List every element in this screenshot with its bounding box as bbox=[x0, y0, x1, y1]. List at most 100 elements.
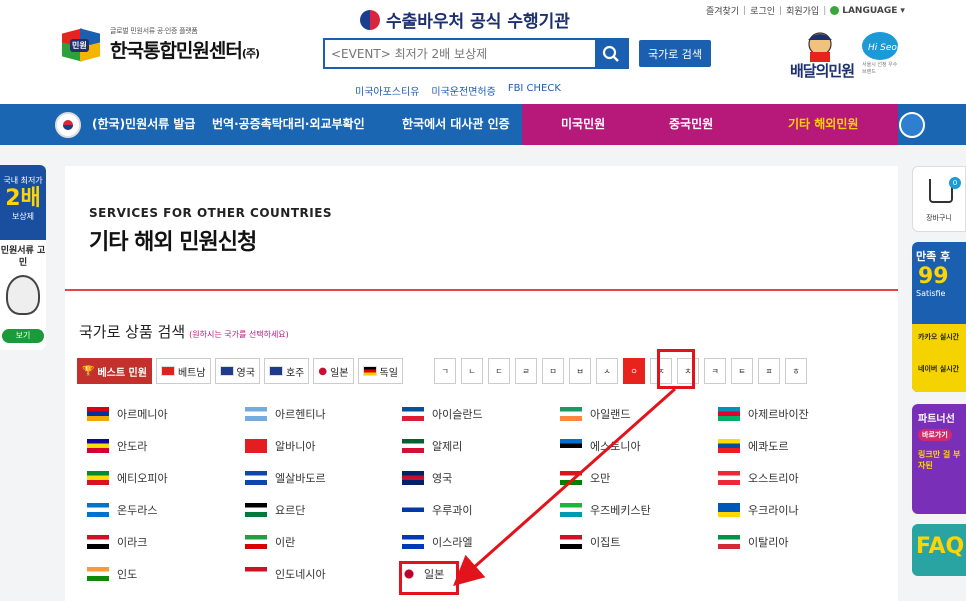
country-flag-icon bbox=[560, 535, 582, 549]
consonant-g[interactable]: ㄱ bbox=[434, 358, 456, 384]
filter-vietnam[interactable]: 베트남 bbox=[155, 358, 211, 384]
country-name: 영국 bbox=[432, 472, 453, 485]
filter-japan[interactable]: ● 일본 bbox=[313, 358, 354, 384]
consonant-d[interactable]: ㄷ bbox=[488, 358, 510, 384]
country-flag-icon bbox=[245, 503, 267, 517]
country-search-title: 국가로 상품 검색 (원하시는 국가를 선택하세요) bbox=[79, 323, 289, 341]
nav-other-overseas[interactable]: 기타 해외민원 bbox=[788, 104, 858, 145]
nav-translation[interactable]: 번역·공증촉탁대리·외교부확인 bbox=[212, 104, 365, 145]
country-item[interactable]: 에티오피아 bbox=[87, 470, 168, 486]
filter-australia[interactable]: 호주 bbox=[263, 358, 310, 384]
country-name: 안도라 bbox=[117, 440, 148, 453]
search-button[interactable] bbox=[595, 40, 627, 67]
uk-flag-icon bbox=[219, 366, 234, 376]
country-flag-icon bbox=[87, 439, 109, 453]
search-icon bbox=[602, 45, 619, 62]
country-item[interactable]: 에스토니아 bbox=[560, 438, 641, 454]
quick-link-fbi[interactable]: FBI CHECK bbox=[508, 83, 561, 98]
country-item[interactable]: 아르헨티나 bbox=[245, 406, 326, 422]
language-selector[interactable]: LANGUAGE ▾ bbox=[830, 6, 905, 16]
consonant-r[interactable]: ㄹ bbox=[515, 358, 537, 384]
consonant-h[interactable]: ㅎ bbox=[785, 358, 807, 384]
country-item[interactable]: 이집트 bbox=[560, 534, 620, 550]
country-item[interactable]: 우즈베키스탄 bbox=[560, 502, 651, 518]
site-logo[interactable]: 민원 글로벌 민원서류 공·인증 플랫폼 한국통합민원센터(주) bbox=[62, 26, 260, 63]
consonant-s[interactable]: ㅅ bbox=[596, 358, 618, 384]
consonant-n[interactable]: ㄴ bbox=[461, 358, 483, 384]
view-button[interactable]: 보기 bbox=[2, 329, 44, 343]
cart-count-badge: 0 bbox=[949, 177, 961, 189]
partner-banner[interactable]: 파트너선 바로가기 링크만 걸 부자된 bbox=[912, 404, 966, 514]
country-item[interactable]: 인도네시아 bbox=[245, 566, 326, 582]
consonant-ieung[interactable]: ㅇ bbox=[623, 358, 645, 384]
country-item[interactable]: 안도라 bbox=[87, 438, 147, 454]
main-nav: (한국)민원서류 발급 번역·공증촉탁대리·외교부확인 한국에서 대사관 인증 … bbox=[0, 104, 966, 145]
country-flag-icon bbox=[402, 535, 424, 549]
nav-embassy[interactable]: 한국에서 대사관 인증 bbox=[402, 104, 510, 145]
country-item[interactable]: 온두라스 bbox=[87, 502, 157, 518]
nav-korea-docs[interactable]: (한국)민원서류 발급 bbox=[92, 104, 195, 145]
page-title: 기타 해외 민원신청 bbox=[89, 230, 257, 255]
quick-filters: 🏆 베스트 민원 베트남 영국 호주 ● 일본 독일 bbox=[77, 358, 403, 384]
cart-button[interactable]: 0 장바구니 bbox=[912, 166, 966, 232]
quick-link-apostille[interactable]: 미국아포스티유 bbox=[355, 83, 419, 98]
country-item[interactable]: 오스트리아 bbox=[718, 470, 799, 486]
consonant-p[interactable]: ㅍ bbox=[758, 358, 780, 384]
nav-china[interactable]: 중국민원 bbox=[669, 104, 713, 145]
country-item[interactable]: 아르메니아 bbox=[87, 406, 168, 422]
country-name: 우루과이 bbox=[432, 504, 473, 517]
country-item[interactable]: 아제르바이잔 bbox=[718, 406, 809, 422]
login-link[interactable]: 로그인 bbox=[750, 4, 775, 17]
consonant-t[interactable]: ㅌ bbox=[731, 358, 753, 384]
country-name: 요르단 bbox=[275, 504, 306, 517]
country-flag-icon bbox=[718, 503, 740, 517]
country-name: 온두라스 bbox=[117, 504, 158, 517]
country-flag-icon bbox=[87, 567, 109, 581]
left-promo-banner[interactable]: 국내 최저가 2배 보상제 민원서류 고민 보기 bbox=[0, 165, 46, 350]
filter-uk[interactable]: 영국 bbox=[214, 358, 260, 384]
nav-usa[interactable]: 미국민원 bbox=[561, 104, 605, 145]
country-item[interactable]: 엘살바도르 bbox=[245, 470, 326, 486]
language-label: LANGUAGE bbox=[842, 5, 898, 16]
country-flag-icon bbox=[718, 407, 740, 421]
signup-link[interactable]: 회원가입 bbox=[786, 4, 819, 17]
taegeuk-icon bbox=[360, 9, 380, 30]
delivery-logo-text: 배달의민원 bbox=[790, 62, 855, 80]
faq-button[interactable]: FAQ bbox=[912, 524, 966, 576]
country-item[interactable]: 인도 bbox=[87, 566, 137, 582]
bookmark-link[interactable]: 즐겨찾기 bbox=[706, 4, 739, 17]
country-item[interactable]: 이탈리아 bbox=[718, 534, 788, 550]
country-item[interactable]: 우크라이나 bbox=[718, 502, 799, 518]
services-eng-title: SERVICES FOR OTHER COUNTRIES bbox=[89, 206, 333, 220]
country-item[interactable]: 영국 bbox=[402, 470, 452, 486]
country-item[interactable]: 오만 bbox=[560, 470, 610, 486]
country-item[interactable]: 요르단 bbox=[245, 502, 305, 518]
delivery-logo[interactable]: Hi Seoul 배달의민원 서울시 선정 우수 브랜드 bbox=[790, 30, 910, 86]
country-search-button[interactable]: 국가로 검색 bbox=[639, 40, 711, 67]
quick-link-license[interactable]: 미국운전면허증 bbox=[431, 83, 495, 98]
search-input[interactable] bbox=[325, 40, 595, 67]
naver-chat-link[interactable]: 네이버 실시간 bbox=[918, 364, 959, 374]
country-item[interactable]: 아이슬란드 bbox=[402, 406, 483, 422]
country-item[interactable]: 아일랜드 bbox=[560, 406, 630, 422]
satisfaction-banner[interactable]: 만족 후 99 Satisfie 카카오 실시간 네이버 실시간 bbox=[912, 242, 966, 392]
filter-best[interactable]: 🏆 베스트 민원 bbox=[77, 358, 152, 384]
country-flag-icon bbox=[560, 439, 582, 453]
logo-tagline: 글로벌 민원서류 공·인증 플랫폼 bbox=[110, 27, 198, 35]
consonant-m[interactable]: ㅁ bbox=[542, 358, 564, 384]
country-item[interactable]: 에콰도르 bbox=[718, 438, 788, 454]
country-item[interactable]: 이스라엘 bbox=[402, 534, 472, 550]
vietnam-flag-icon bbox=[160, 366, 175, 376]
country-item[interactable]: 우루과이 bbox=[402, 502, 472, 518]
country-name: 에스토니아 bbox=[590, 440, 641, 453]
country-item[interactable]: 이란 bbox=[245, 534, 295, 550]
consonant-k[interactable]: ㅋ bbox=[704, 358, 726, 384]
country-flag-icon bbox=[245, 567, 267, 581]
consonant-b[interactable]: ㅂ bbox=[569, 358, 591, 384]
korea-flag-icon bbox=[55, 112, 81, 138]
country-item[interactable]: 이라크 bbox=[87, 534, 147, 550]
country-item[interactable]: 알제리 bbox=[402, 438, 462, 454]
country-item[interactable]: 알바니아 bbox=[245, 438, 315, 454]
filter-germany[interactable]: 독일 bbox=[357, 358, 403, 384]
kakao-chat-link[interactable]: 카카오 실시간 bbox=[918, 332, 959, 342]
